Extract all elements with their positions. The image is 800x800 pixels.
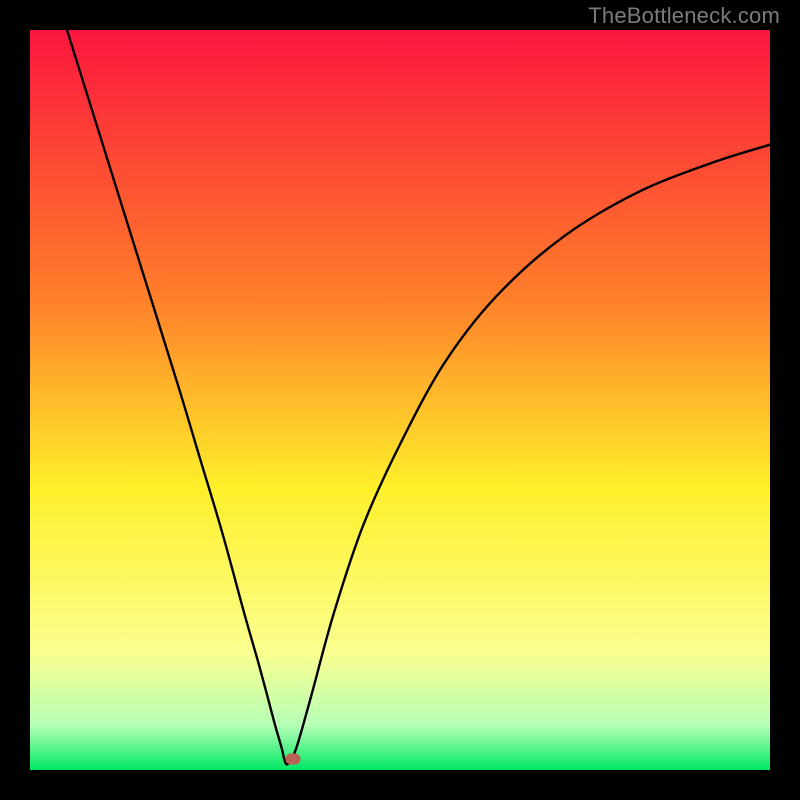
optimal-point-marker <box>285 753 300 764</box>
gradient-background <box>30 30 770 770</box>
chart-frame: TheBottleneck.com <box>0 0 800 800</box>
plot-area <box>30 30 770 770</box>
watermark-text: TheBottleneck.com <box>588 3 780 29</box>
chart-svg <box>30 30 770 770</box>
